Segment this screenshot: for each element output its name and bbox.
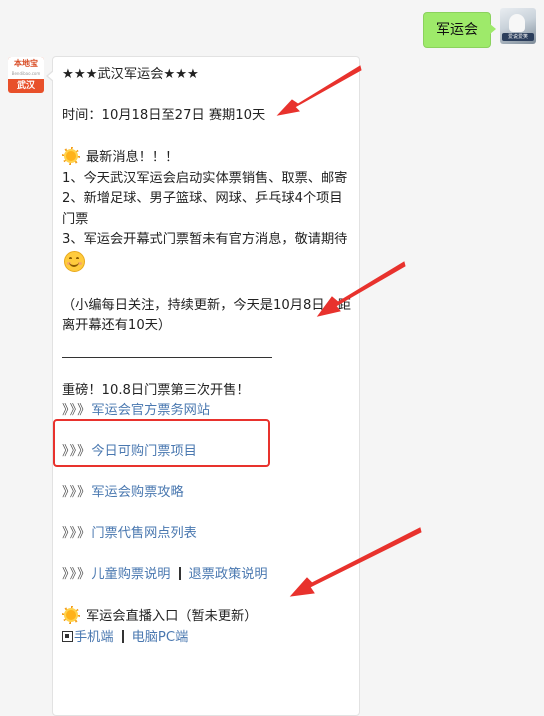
- arrow-prefix: 》》》: [62, 403, 92, 418]
- ticket-outlets-link[interactable]: 门票代售网点列表: [91, 526, 197, 541]
- news-item-3: 3、军运会开幕式门票暂未有官方消息，敬请期待: [62, 232, 348, 247]
- ticket-guide-link[interactable]: 军运会购票攻略: [91, 485, 183, 500]
- smile-emoji-icon: [64, 250, 85, 272]
- incoming-message-bubble: ★★★武汉军运会★★★ 时间：10月18日至27日 赛期10天 最新消息！！！ …: [46, 56, 360, 716]
- guide-link-row: 》》》军运会购票攻略: [62, 483, 359, 504]
- bot-avatar-logo: 本地宝 Bendibao.com: [8, 57, 44, 79]
- live-heading-row: 军运会直播入口（暂未更新）: [62, 606, 359, 628]
- sun-icon: [62, 147, 80, 165]
- bot-avatar-city: 武汉: [16, 81, 35, 91]
- arrow-prefix: 》》》: [62, 567, 92, 582]
- outgoing-message-bubble[interactable]: 军运会: [423, 12, 496, 48]
- live-heading: 军运会直播入口（暂未更新）: [86, 609, 258, 624]
- event-time: 时间：10月18日至27日 赛期10天: [62, 108, 266, 123]
- bot-avatar-brand: 本地宝: [14, 59, 38, 68]
- child-ticket-link[interactable]: 儿童购票说明: [91, 567, 170, 582]
- mobile-live-link[interactable]: 手机端: [74, 630, 114, 645]
- separator-bar: [121, 629, 124, 643]
- editor-note: （小编每日关注，持续更新，今天是10月8日，距离开幕还有10天）: [62, 297, 351, 334]
- separator-bar: [178, 567, 181, 580]
- avatar-caption: 爱说爱笑: [502, 33, 534, 41]
- news-item-3-row: 3、军运会开幕式门票暂未有官方消息，敬请期待: [62, 230, 352, 275]
- arrow-prefix: 》》》: [62, 526, 92, 541]
- outgoing-message-row: 军运会 爱说爱笑: [423, 8, 536, 48]
- avatar-figure: [509, 14, 525, 32]
- highlight-box: [53, 419, 270, 467]
- news-item-1: 1、今天武汉军运会启动实体票销售、取票、邮寄: [62, 170, 348, 186]
- arrow-prefix: 》》》: [62, 485, 92, 500]
- news-heading-row: 最新消息！！！: [62, 147, 359, 169]
- pc-live-link[interactable]: 电脑PC端: [132, 630, 189, 645]
- message-title: ★★★武汉军运会★★★: [62, 67, 199, 82]
- news-heading: 最新消息！！！: [86, 150, 179, 165]
- policy-links-row: 》》》儿童购票说明 退票政策说明: [62, 565, 359, 586]
- bot-avatar[interactable]: 本地宝 Bendibao.com 武汉: [8, 57, 44, 93]
- outlets-link-row: 》》》门票代售网点列表: [62, 524, 359, 545]
- sun-icon: [62, 606, 80, 624]
- bot-avatar-site: Bendibao.com: [11, 71, 41, 76]
- highlight-text: 重磅！10.8日门票第三次开售！: [62, 382, 250, 398]
- news-item-2: 2、新增足球、男子篮球、网球、乒乓球4个项目门票: [62, 191, 343, 227]
- user-avatar[interactable]: 爱说爱笑: [500, 8, 536, 44]
- live-links-row: 手机端 电脑PC端: [62, 628, 359, 649]
- official-ticket-site-link[interactable]: 军运会官方票务网站: [91, 403, 210, 418]
- refund-policy-link[interactable]: 退票政策说明: [189, 567, 268, 582]
- square-icon: [62, 630, 73, 642]
